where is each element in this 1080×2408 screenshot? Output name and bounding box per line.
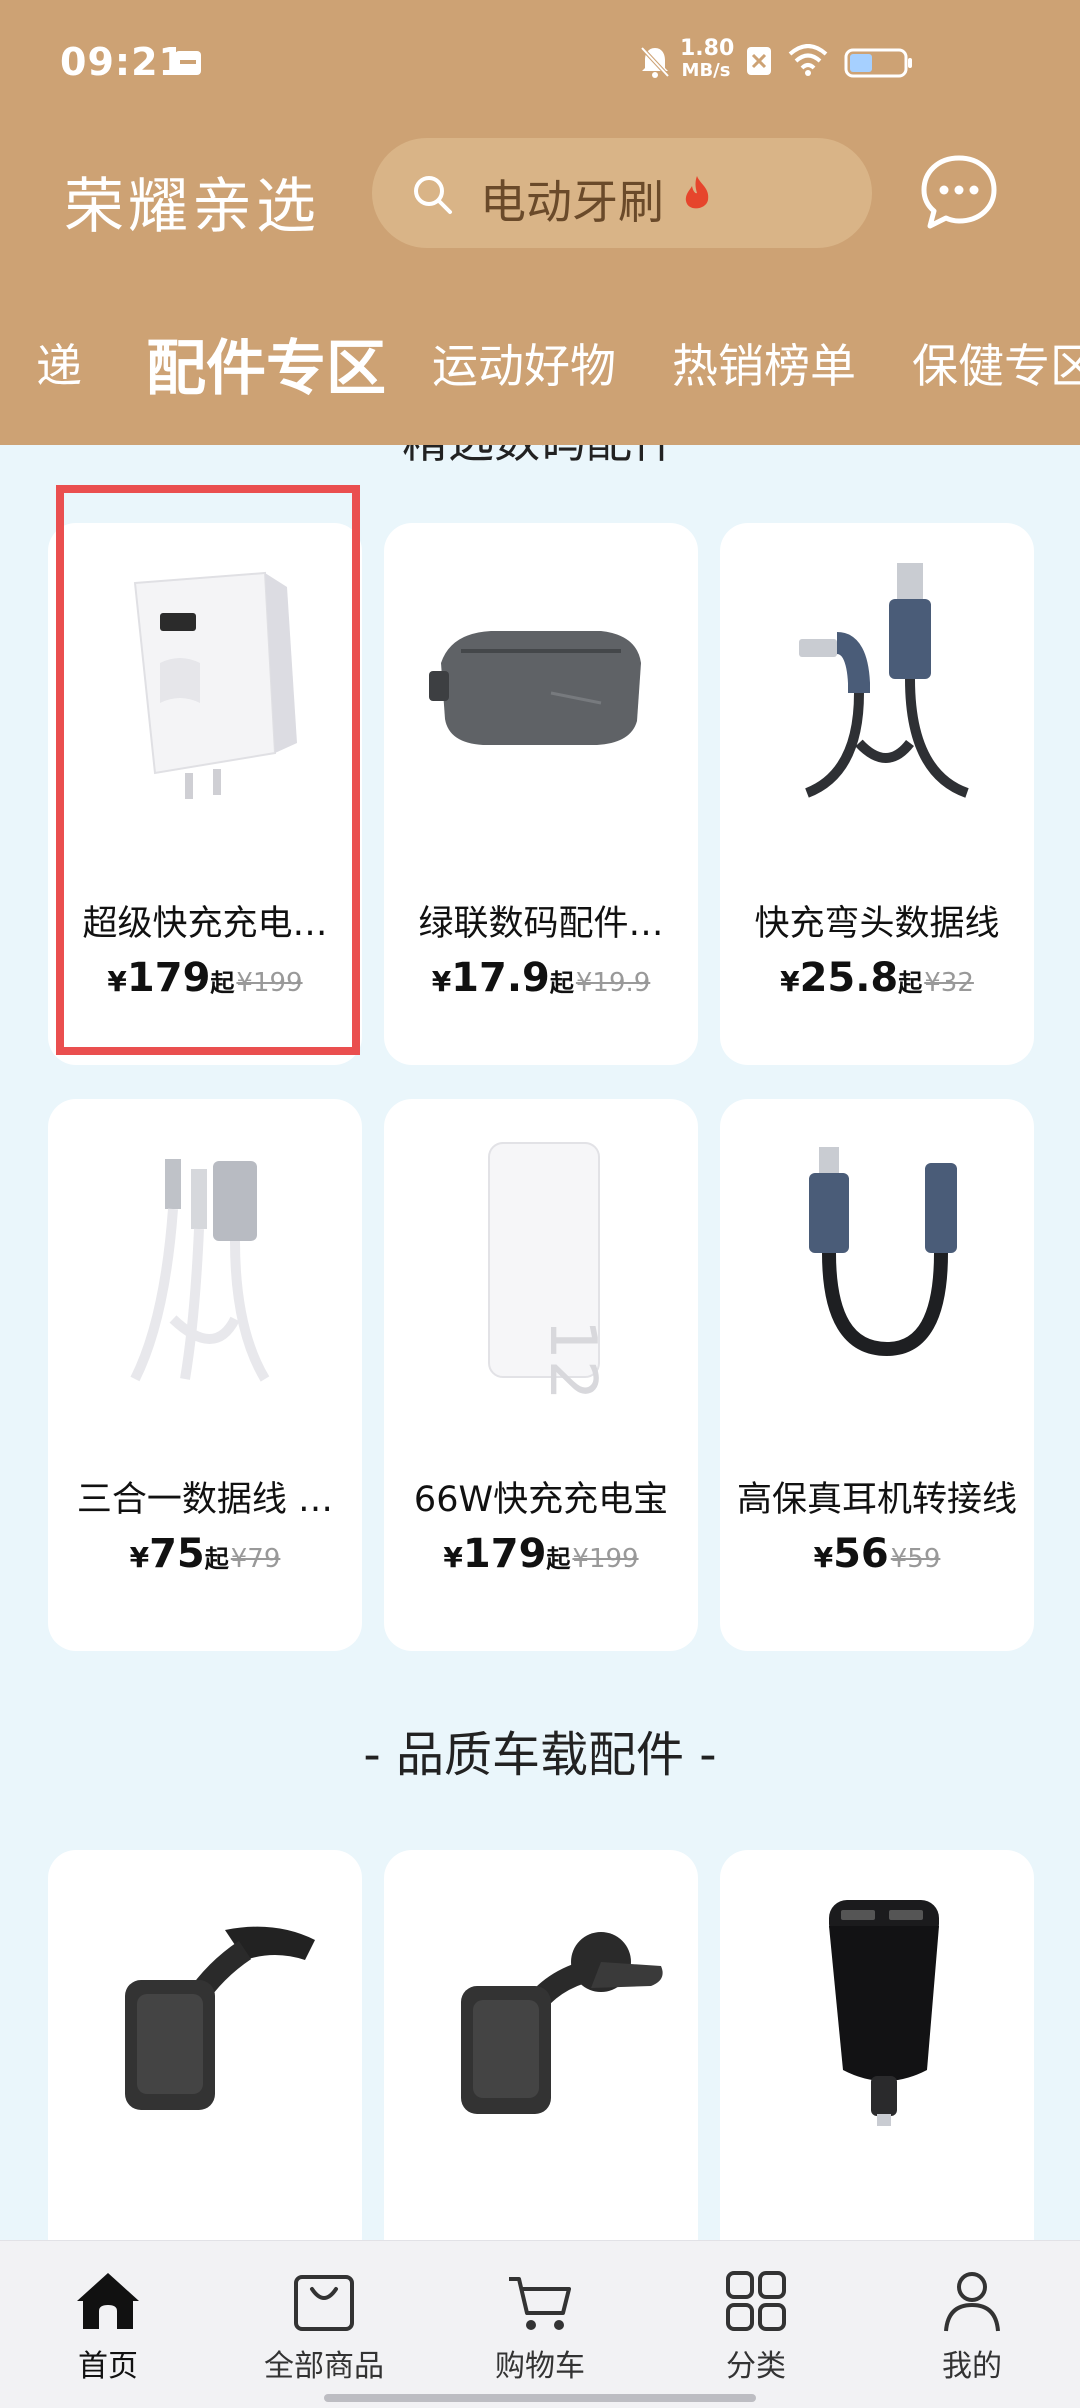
nav-cart[interactable]: 购物车 <box>460 2269 620 2389</box>
shopping-bag-icon <box>294 2275 354 2331</box>
search-hint-text: 电动牙刷 <box>480 175 664 229</box>
charger-image <box>133 571 297 799</box>
audio-adapter-image <box>809 1147 957 1357</box>
tab-health[interactable]: 保健专区 <box>912 330 1080 396</box>
tab-sports[interactable]: 运动好物 <box>432 330 616 396</box>
product-name: 绿联数码配件… <box>418 904 664 944</box>
wifi-icon <box>788 44 828 76</box>
product-card[interactable]: 高保真耳机转接线 ¥56¥59 <box>720 1099 1034 1651</box>
status-time: 09:21 <box>60 40 186 84</box>
product-price: ¥75起¥79 <box>129 1531 281 1577</box>
cart-icon <box>509 2277 571 2330</box>
product-card[interactable] <box>48 1850 362 2240</box>
bell-off-icon <box>640 46 670 78</box>
tab-bestsellers[interactable]: 热销榜单 <box>672 330 856 396</box>
tab-accessories[interactable]: 配件专区 <box>146 320 386 407</box>
product-price: ¥179起¥199 <box>107 955 303 1001</box>
section-title-digital: 精选数码配件 <box>0 445 1080 471</box>
product-card[interactable]: 三合一数据线 … ¥75起¥79 <box>48 1099 362 1651</box>
product-name: 超级快充充电… <box>82 904 328 944</box>
car-phone-holder-image <box>461 1932 663 2114</box>
nav-home[interactable]: 首页 <box>28 2269 188 2389</box>
battery-icon <box>844 48 912 78</box>
product-price: ¥56¥59 <box>813 1531 941 1577</box>
product-name: 三合一数据线 … <box>76 1480 334 1520</box>
product-card[interactable]: 超级快充充电… ¥179起¥199 <box>48 523 362 1065</box>
product-name: 高保真耳机转接线 <box>736 1480 1017 1520</box>
product-price: ¥179起¥199 <box>443 1531 639 1577</box>
app-title: 荣耀亲选 <box>64 172 320 242</box>
pouch-image <box>429 631 641 745</box>
product-name: 快充弯头数据线 <box>754 904 1000 944</box>
product-card[interactable]: 12 66W快充充电宝 ¥179起¥199 <box>384 1099 698 1651</box>
section-title-car: - 品质车载配件 - <box>363 1727 717 1783</box>
product-card[interactable] <box>384 1850 698 2240</box>
nav-category[interactable]: 分类 <box>676 2269 836 2389</box>
product-card[interactable]: 绿联数码配件… ¥17.9起¥19.9 <box>384 523 698 1065</box>
header: 09:21 1.80 MB/s 荣耀亲选 电动牙刷 递 配件专区 运动好物 热销… <box>0 0 1080 445</box>
bottom-nav: 首页 全部商品 购物车 分类 我的 <box>0 2240 1080 2408</box>
three-in-one-cable-image <box>130 1159 270 1382</box>
status-bar: 09:21 1.80 MB/s <box>0 0 1080 120</box>
home-indicator <box>324 2394 756 2402</box>
chat-icon[interactable] <box>918 152 1000 234</box>
grid-icon <box>726 2271 786 2331</box>
status-icons: 1.80 MB/s <box>638 38 1018 88</box>
search-bar[interactable]: 电动牙刷 <box>372 138 872 248</box>
nav-mine[interactable]: 我的 <box>892 2269 1052 2389</box>
category-tabs: 递 配件专区 运动好物 热销榜单 保健专区 <box>0 320 1080 410</box>
search-icon <box>414 176 452 214</box>
tab-express[interactable]: 递 <box>36 330 82 396</box>
product-card[interactable]: 快充弯头数据线 ¥25.8起¥32 <box>720 523 1034 1065</box>
sim-off-icon <box>747 47 771 75</box>
content-area: 精选数码配件 超级快充充电… ¥179起¥199 绿联数码配件… ¥17.9起¥… <box>0 445 1080 2240</box>
home-icon <box>77 2273 139 2329</box>
user-icon <box>944 2272 1000 2332</box>
nav-all-products[interactable]: 全部商品 <box>244 2269 404 2389</box>
car-phone-holder-image <box>125 1926 315 2110</box>
svg-text:12: 12 <box>535 1319 609 1399</box>
net-speed: 1.80 MB/s <box>680 36 735 82</box>
product-price: ¥25.8起¥32 <box>780 955 974 1001</box>
fire-icon <box>685 176 709 209</box>
calendar-icon <box>175 51 201 75</box>
product-price: ¥17.9起¥19.9 <box>431 955 651 1001</box>
product-name: 66W快充充电宝 <box>413 1480 669 1520</box>
product-card[interactable] <box>720 1850 1034 2240</box>
cable-image <box>799 563 969 798</box>
power-bank-image: 12 <box>488 1142 609 1399</box>
car-charger-image <box>829 1900 939 2126</box>
